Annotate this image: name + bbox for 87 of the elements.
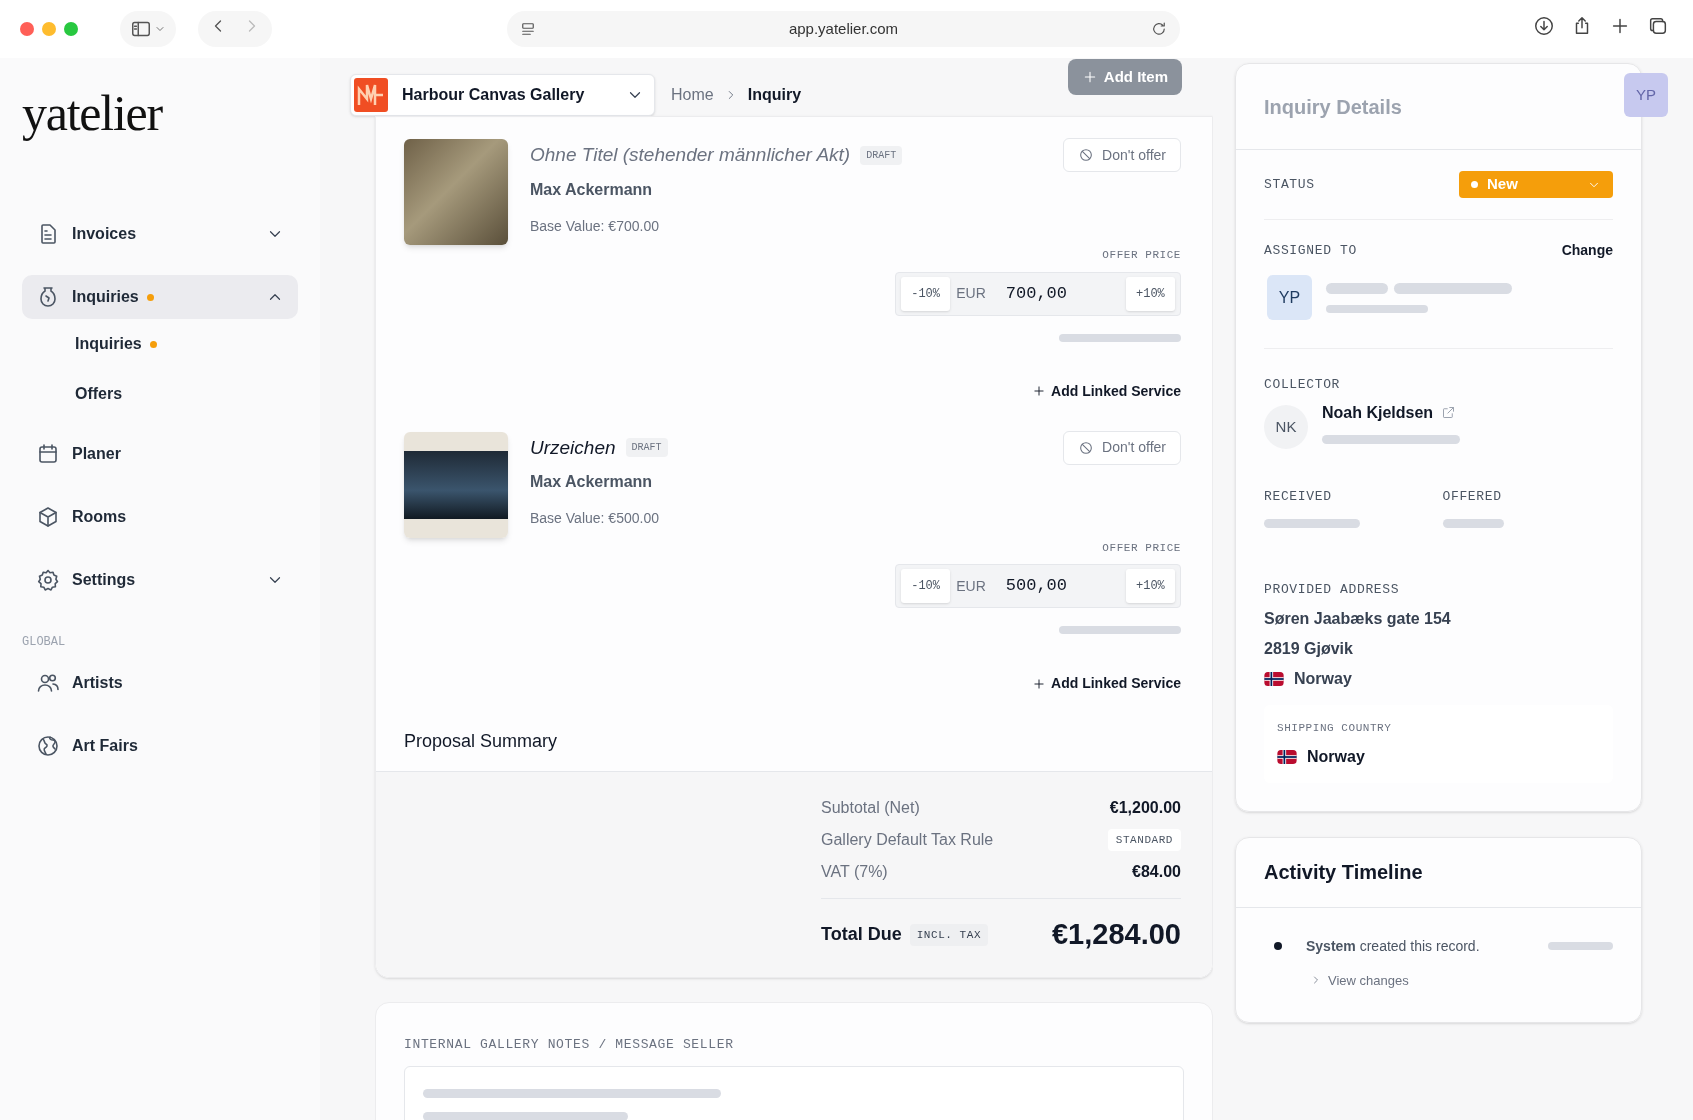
field-label: SHIPPING COUNTRY — [1277, 721, 1392, 736]
view-changes-link[interactable]: View changes — [1310, 970, 1409, 990]
people-icon — [36, 671, 60, 695]
currency-label: EUR — [956, 576, 986, 596]
skeleton-bar — [1442, 518, 1504, 528]
nav-item[interactable]: Planer — [22, 432, 298, 476]
total-label: Total Due — [821, 923, 902, 947]
notes-label: INTERNAL GALLERY NOTES / MESSAGE SELLER — [404, 1035, 735, 1054]
base-value: Base Value: €700.00 — [530, 216, 660, 236]
avatar: YP — [1267, 275, 1312, 320]
url-text: app.yatelier.com — [787, 18, 900, 39]
external-link-icon — [1441, 405, 1457, 420]
nav-item[interactable]: Settings — [22, 558, 298, 602]
plus-icon — [1032, 384, 1047, 398]
norway-flag-icon — [1264, 672, 1284, 686]
nav-item[interactable]: Invoices — [22, 212, 298, 256]
ban-icon — [1078, 147, 1095, 163]
increase-button[interactable]: +10% — [1125, 569, 1175, 603]
gallery-logo-icon — [354, 78, 388, 112]
gallery-selector[interactable]: Harbour Canvas Gallery — [350, 74, 655, 116]
timeline-entry-text: System created this record. — [1306, 936, 1480, 956]
add-linked-service-button[interactable]: Add Linked Service — [1032, 380, 1181, 402]
draft-badge: DRAFT — [860, 145, 903, 165]
window-control-button[interactable] — [20, 22, 34, 36]
norway-flag-icon — [1277, 749, 1297, 764]
calendar-icon — [36, 442, 60, 466]
address-bar[interactable]: app.yatelier.com — [507, 11, 1180, 47]
collector-link[interactable]: Noah Kjeldsen — [1322, 400, 1434, 425]
draft-badge: DRAFT — [625, 438, 668, 458]
field-label: RECEIVED — [1264, 488, 1332, 506]
summary-label: Gallery Default Tax Rule — [821, 830, 994, 850]
add-linked-service-button[interactable]: Add Linked Service — [1032, 673, 1181, 694]
field-label: ASSIGNED TO — [1264, 241, 1357, 260]
cube-icon — [36, 505, 60, 529]
offer-price-field[interactable]: -10% EUR 700,00 +10% — [895, 271, 1181, 316]
plus-icon — [1032, 676, 1047, 691]
field-label: PROVIDED ADDRESS — [1264, 580, 1400, 599]
ban-icon — [1078, 439, 1095, 456]
increase-button[interactable]: +10% — [1125, 276, 1175, 311]
sidebar-toggle-button[interactable] — [120, 11, 176, 47]
panel-title: Inquiry Details — [1264, 94, 1402, 120]
nav-item[interactable]: Rooms — [22, 495, 298, 539]
field-label: OFFERED — [1442, 488, 1502, 506]
settings-icon — [36, 568, 60, 592]
base-value: Base Value: €500.00 — [530, 509, 660, 528]
address-line: 2819 Gjøvik — [1264, 639, 1354, 659]
section-title: Proposal Summary — [404, 730, 559, 753]
currency-label: EUR — [956, 284, 986, 303]
nav-subitem[interactable]: Offers — [75, 382, 123, 406]
breadcrumb-link[interactable]: Home — [671, 83, 714, 107]
offer-price-label: OFFER PRICE — [1102, 248, 1181, 263]
country-name: Norway — [1294, 669, 1352, 689]
page-icon — [519, 20, 537, 38]
skeleton-bar — [1326, 282, 1388, 294]
skeleton-bar — [1548, 942, 1613, 950]
nav-item[interactable]: Art Fairs — [22, 724, 298, 768]
offer-price-label: OFFER PRICE — [1102, 540, 1181, 556]
decrease-button[interactable]: -10% — [901, 569, 951, 603]
change-link[interactable]: Change — [1561, 240, 1613, 261]
globe-icon — [36, 734, 60, 758]
summary-value: €84.00 — [1132, 862, 1181, 882]
address-line: Søren Jaabæks gate 154 — [1264, 609, 1452, 629]
nav-item[interactable]: Artists — [22, 661, 298, 705]
section-heading: GLOBAL — [22, 634, 67, 651]
artist-name: Max Ackermann — [530, 179, 654, 200]
tax-rule-badge: STANDARD — [1107, 828, 1181, 852]
reload-icon — [1150, 20, 1168, 38]
decrease-button[interactable]: -10% — [901, 276, 951, 311]
field-label: STATUS — [1264, 175, 1315, 194]
download-icon — [1533, 14, 1555, 37]
summary-value: €1,200.00 — [1109, 798, 1181, 818]
total-amount: €1,284.00 — [1052, 917, 1181, 952]
dont-offer-button[interactable]: Don't offer — [1063, 430, 1181, 465]
summary-label: Subtotal (Net) — [821, 798, 920, 818]
nav-item[interactable]: Inquiries — [22, 275, 298, 319]
avatar: NK — [1264, 405, 1308, 449]
country-name: Norway — [1307, 746, 1365, 767]
offer-price-field[interactable]: -10% EUR 500,00 +10% — [895, 564, 1181, 608]
artist-name: Max Ackermann — [530, 472, 654, 492]
nav-subitem[interactable]: Inquiries — [75, 332, 157, 356]
field-label: COLLECTOR — [1264, 377, 1341, 392]
artwork-title: Ohne Titel (stehender männlicher Akt) — [530, 143, 851, 167]
dont-offer-button[interactable]: Don't offer — [1063, 138, 1181, 172]
summary-label: VAT (7%) — [821, 862, 888, 882]
tax-badge: INCL. TAX — [909, 923, 989, 946]
artwork-title: Urzeichen — [530, 435, 616, 460]
panel-title: Activity Timeline — [1264, 860, 1423, 885]
